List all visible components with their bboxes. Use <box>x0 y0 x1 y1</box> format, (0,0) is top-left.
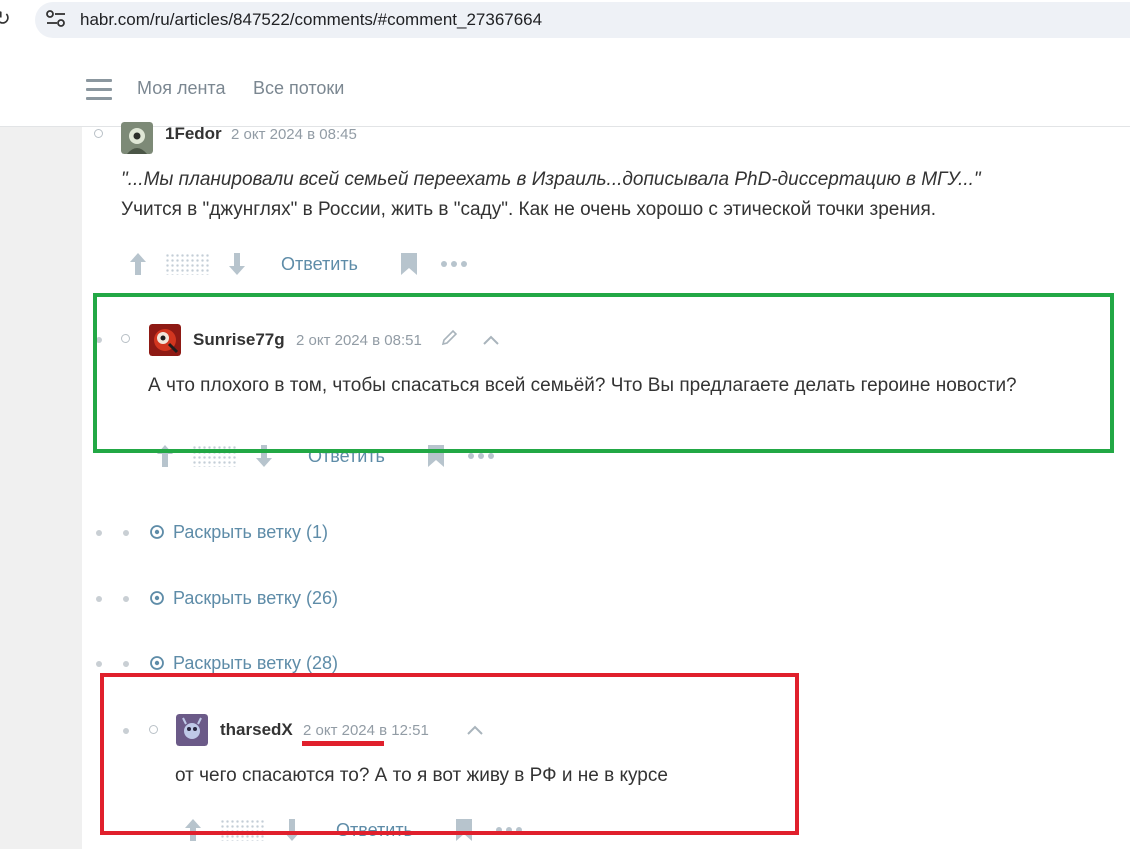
comment-text: Учится в "джунглях" в России, жить в "са… <box>121 199 937 220</box>
bookmark-icon[interactable] <box>400 252 418 276</box>
nav-all-streams[interactable]: Все потоки <box>253 78 344 99</box>
nav-my-feed[interactable]: Моя лента <box>137 78 225 99</box>
reply-button[interactable]: Ответить <box>281 254 358 275</box>
vote-up-icon[interactable] <box>128 251 148 277</box>
more-icon[interactable] <box>440 259 468 269</box>
highlight-box-green <box>93 293 1114 453</box>
thread-dot <box>123 596 129 602</box>
expand-branch-icon[interactable] <box>149 590 165 606</box>
url-text[interactable]: habr.com/ru/articles/847522/comments/#co… <box>80 10 542 30</box>
thread-dot <box>96 661 102 667</box>
rating-score <box>165 253 209 275</box>
comment-author[interactable]: 1Fedor <box>165 124 222 144</box>
expand-branch-icon[interactable] <box>149 655 165 671</box>
thread-ring <box>94 129 103 138</box>
reload-icon[interactable]: ↻ <box>0 6 11 31</box>
comment-date[interactable]: 2 окт 2024 в 08:45 <box>231 126 357 143</box>
thread-dot <box>96 596 102 602</box>
menu-icon[interactable] <box>86 79 112 100</box>
site-settings-icon[interactable] <box>44 8 68 30</box>
highlight-box-red <box>100 673 799 835</box>
left-gutter <box>0 127 82 849</box>
expand-branch-link[interactable]: Раскрыть ветку (1) <box>173 522 328 543</box>
thread-dot <box>96 530 102 536</box>
avatar[interactable] <box>121 122 153 154</box>
vote-down-icon[interactable] <box>227 251 247 277</box>
thread-dot <box>123 661 129 667</box>
expand-branch-icon[interactable] <box>149 524 165 540</box>
expand-branch-link[interactable]: Раскрыть ветку (26) <box>173 588 338 609</box>
expand-branch-link[interactable]: Раскрыть ветку (28) <box>173 653 338 674</box>
comment-text-quote: "...Мы планировали всей семьей переехать… <box>121 169 981 190</box>
thread-dot <box>123 530 129 536</box>
